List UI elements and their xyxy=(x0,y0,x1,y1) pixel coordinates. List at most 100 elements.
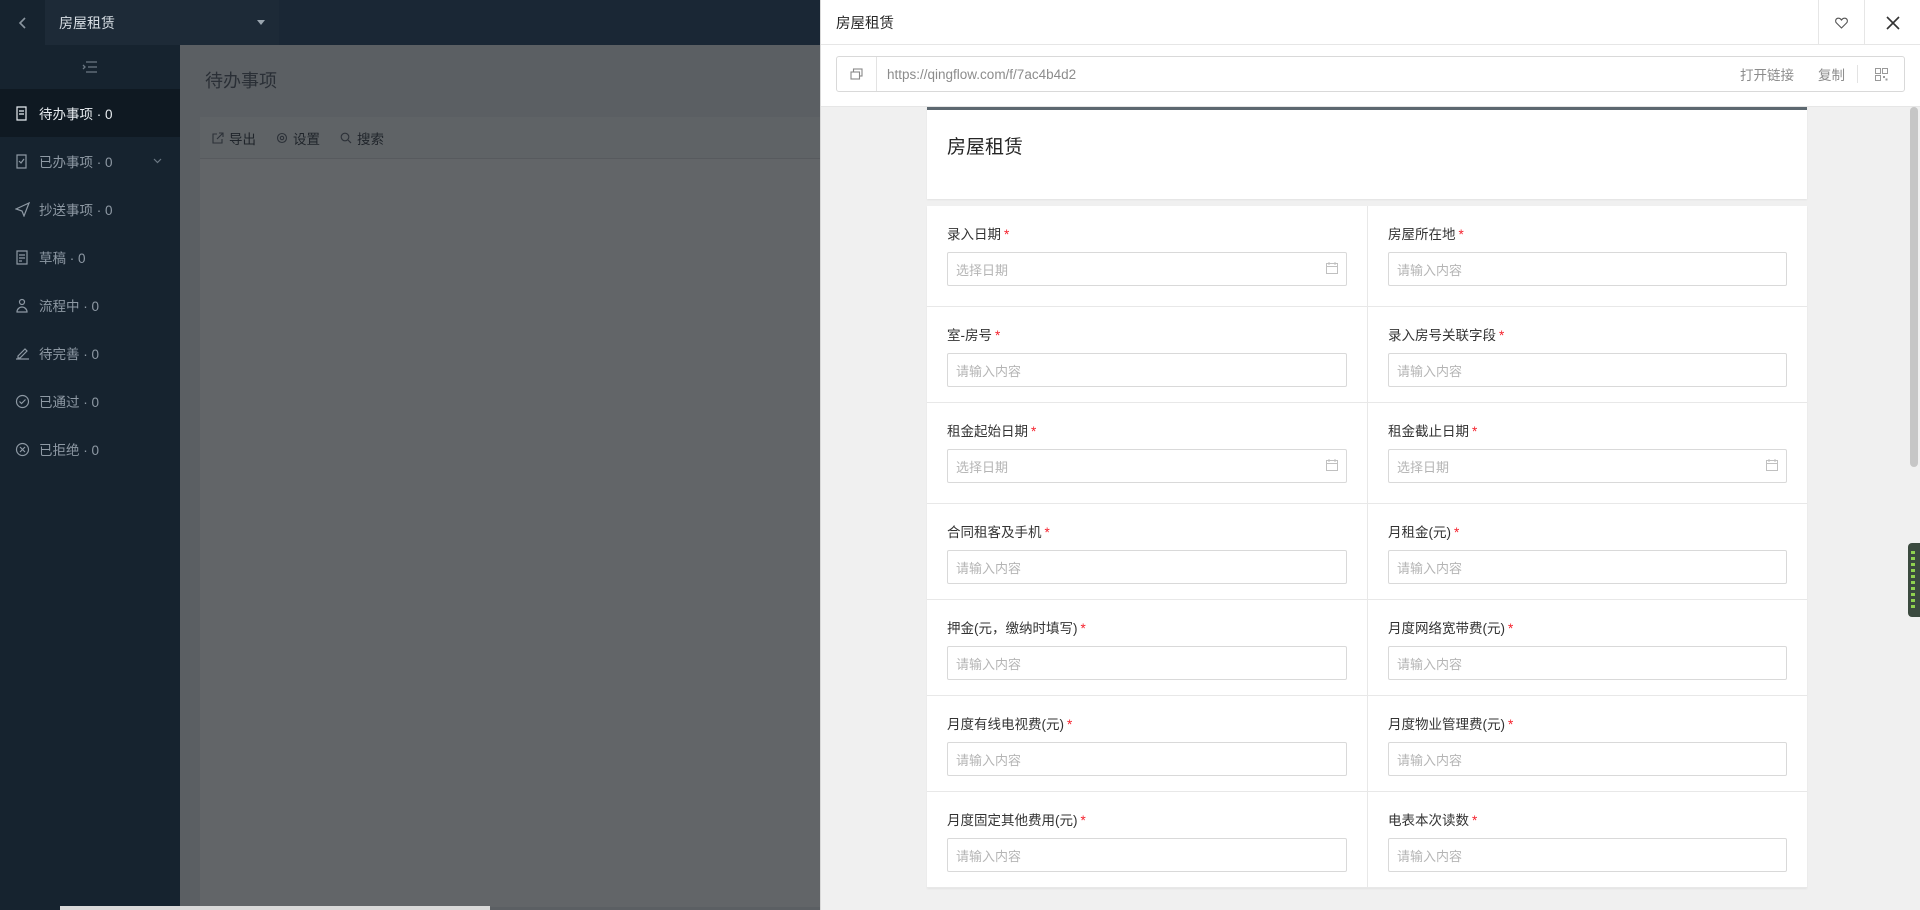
field-label: 房屋所在地 * xyxy=(1388,223,1787,243)
settings-label: 设置 xyxy=(293,131,320,147)
content-card xyxy=(200,117,820,907)
required-mark: * xyxy=(1499,328,1505,343)
open-link-button[interactable]: 打开链接 xyxy=(1728,64,1806,84)
field-label: 月度网络宽带费(元) * xyxy=(1388,617,1787,637)
text-input[interactable]: 请输入内容 xyxy=(947,550,1347,584)
done-icon xyxy=(14,153,30,169)
sidebar-item-4[interactable]: 流程中 · 0 xyxy=(0,281,180,329)
export-button[interactable]: 导出 xyxy=(212,128,256,148)
search-button[interactable]: 搜索 xyxy=(340,128,384,148)
draft-icon xyxy=(14,249,30,265)
sidebar-item-3[interactable]: 草稿 · 0 xyxy=(0,233,180,281)
required-mark: * xyxy=(995,328,1001,343)
text-input[interactable]: 请输入内容 xyxy=(1388,838,1787,872)
sidebar-item-1[interactable]: 已办事项 · 0 xyxy=(0,137,180,185)
required-mark: * xyxy=(1508,621,1514,636)
required-mark: * xyxy=(1031,424,1037,439)
app-selector[interactable]: 房屋租赁 xyxy=(45,0,279,45)
input-placeholder: 选择日期 xyxy=(956,262,1009,278)
sidebar-item-label: 流程中 · 0 xyxy=(39,299,100,314)
settings-button[interactable]: 设置 xyxy=(276,128,320,148)
sidebar-item-0[interactable]: 待办事项 · 0 xyxy=(0,89,180,137)
qrcode-button[interactable] xyxy=(1858,67,1904,81)
field-label-text: 押金(元，缴纳时填写) xyxy=(947,621,1078,636)
text-input[interactable]: 请输入内容 xyxy=(947,646,1347,680)
text-input[interactable]: 请输入内容 xyxy=(1388,550,1787,584)
share-url-text[interactable]: https://qingflow.com/f/7ac4b4d2 xyxy=(877,67,1728,82)
flow-icon xyxy=(14,297,30,313)
copy-button[interactable]: 复制 xyxy=(1806,64,1857,84)
sidebar-item-label: 待办事项 · 0 xyxy=(39,107,113,122)
sidebar-item-7[interactable]: 已拒绝 · 0 xyxy=(0,425,180,473)
main-content: 待办事项 导出 设置 搜索 xyxy=(180,45,820,910)
copy-link-icon-box[interactable] xyxy=(837,57,877,91)
sidebar-item-5[interactable]: 待完善 · 0 xyxy=(0,329,180,377)
sidebar-item-label: 已拒绝 · 0 xyxy=(39,443,100,458)
required-mark: * xyxy=(1004,227,1010,242)
scrollbar-thumb[interactable] xyxy=(1910,107,1918,467)
send-icon xyxy=(14,201,30,217)
text-input[interactable]: 请输入内容 xyxy=(947,353,1347,387)
date-picker[interactable]: 选择日期 xyxy=(947,449,1347,483)
favorite-button[interactable] xyxy=(1818,0,1865,45)
edit-icon xyxy=(14,345,30,361)
input-placeholder: 请输入内容 xyxy=(956,752,1022,768)
field-label-text: 月度物业管理费(元) xyxy=(1388,717,1505,732)
form-field: 押金(元，缴纳时填写) * 请输入内容 xyxy=(927,600,1367,695)
form-field: 录入房号关联字段 * 请输入内容 xyxy=(1367,307,1807,402)
text-input[interactable]: 请输入内容 xyxy=(1388,252,1787,286)
search-icon xyxy=(340,132,352,143)
form-row: 合同租客及手机 * 请输入内容 月租金(元) * 请输入内容 xyxy=(927,504,1807,600)
text-input[interactable]: 请输入内容 xyxy=(1388,353,1787,387)
field-label: 月度物业管理费(元) * xyxy=(1388,713,1787,733)
field-label: 租金截止日期 * xyxy=(1388,420,1787,440)
text-input[interactable]: 请输入内容 xyxy=(1388,742,1787,776)
form-row: 月度固定其他费用(元) * 请输入内容 电表本次读数 * 请输入内容 xyxy=(927,792,1807,888)
side-widget-tab[interactable] xyxy=(1908,543,1920,617)
field-label-text: 租金起始日期 xyxy=(947,424,1028,439)
sidebar-item-2[interactable]: 抄送事项 · 0 xyxy=(0,185,180,233)
app-sidebar: 待办事项 · 0 已办事项 · 0 抄送事项 · 0 草稿 · 0 流程中 · 0 待完善… xyxy=(0,0,180,910)
date-picker[interactable]: 选择日期 xyxy=(947,252,1347,286)
input-placeholder: 请输入内容 xyxy=(1397,262,1463,278)
close-icon xyxy=(1885,15,1900,30)
field-label-text: 合同租客及手机 xyxy=(947,525,1042,540)
form-field: 室-房号 * 请输入内容 xyxy=(927,307,1367,402)
qrcode-icon xyxy=(1874,67,1888,81)
required-mark: * xyxy=(1067,717,1073,732)
input-placeholder: 请输入内容 xyxy=(1397,560,1463,576)
input-placeholder: 请输入内容 xyxy=(1397,752,1463,768)
check-circle-icon xyxy=(14,393,30,409)
close-button[interactable] xyxy=(1865,0,1920,45)
back-button[interactable] xyxy=(0,0,45,45)
form-field: 租金起始日期 * 选择日期 xyxy=(927,403,1367,503)
bottom-scrollbar[interactable] xyxy=(60,906,490,910)
chevron-down-icon xyxy=(153,156,162,167)
share-link-bar: https://qingflow.com/f/7ac4b4d2 打开链接 复制 xyxy=(836,56,1905,92)
text-input[interactable]: 请输入内容 xyxy=(947,742,1347,776)
form-title: 房屋租赁 xyxy=(947,137,1024,158)
required-mark: * xyxy=(1472,813,1478,828)
field-label: 押金(元，缴纳时填写) * xyxy=(947,617,1347,637)
form-field: 租金截止日期 * 选择日期 xyxy=(1367,403,1807,503)
text-input[interactable]: 请输入内容 xyxy=(1388,646,1787,680)
sidebar-collapse-button[interactable] xyxy=(0,45,180,89)
drawer-scrollbar[interactable] xyxy=(1906,107,1920,910)
app-name: 房屋租赁 xyxy=(59,14,115,31)
field-label-text: 租金截止日期 xyxy=(1388,424,1469,439)
form-field: 月度有线电视费(元) * 请输入内容 xyxy=(927,696,1367,791)
form-row: 押金(元，缴纳时填写) * 请输入内容 月度网络宽带费(元) * 请输入内容 xyxy=(927,600,1807,696)
form-row: 室-房号 * 请输入内容 录入房号关联字段 * 请输入内容 xyxy=(927,307,1807,403)
form-field: 月度物业管理费(元) * 请输入内容 xyxy=(1367,696,1807,791)
field-label-text: 室-房号 xyxy=(947,328,992,343)
sidebar-item-6[interactable]: 已通过 · 0 xyxy=(0,377,180,425)
heart-icon xyxy=(1835,17,1848,29)
text-input[interactable]: 请输入内容 xyxy=(947,838,1347,872)
input-placeholder: 选择日期 xyxy=(956,459,1009,475)
share-link-section: https://qingflow.com/f/7ac4b4d2 打开链接 复制 xyxy=(821,45,1920,107)
input-placeholder: 选择日期 xyxy=(1397,459,1450,475)
required-mark: * xyxy=(1508,717,1514,732)
toolbar: 导出 设置 搜索 xyxy=(200,117,820,159)
date-picker[interactable]: 选择日期 xyxy=(1388,449,1787,483)
field-label-text: 录入日期 xyxy=(947,227,1001,242)
